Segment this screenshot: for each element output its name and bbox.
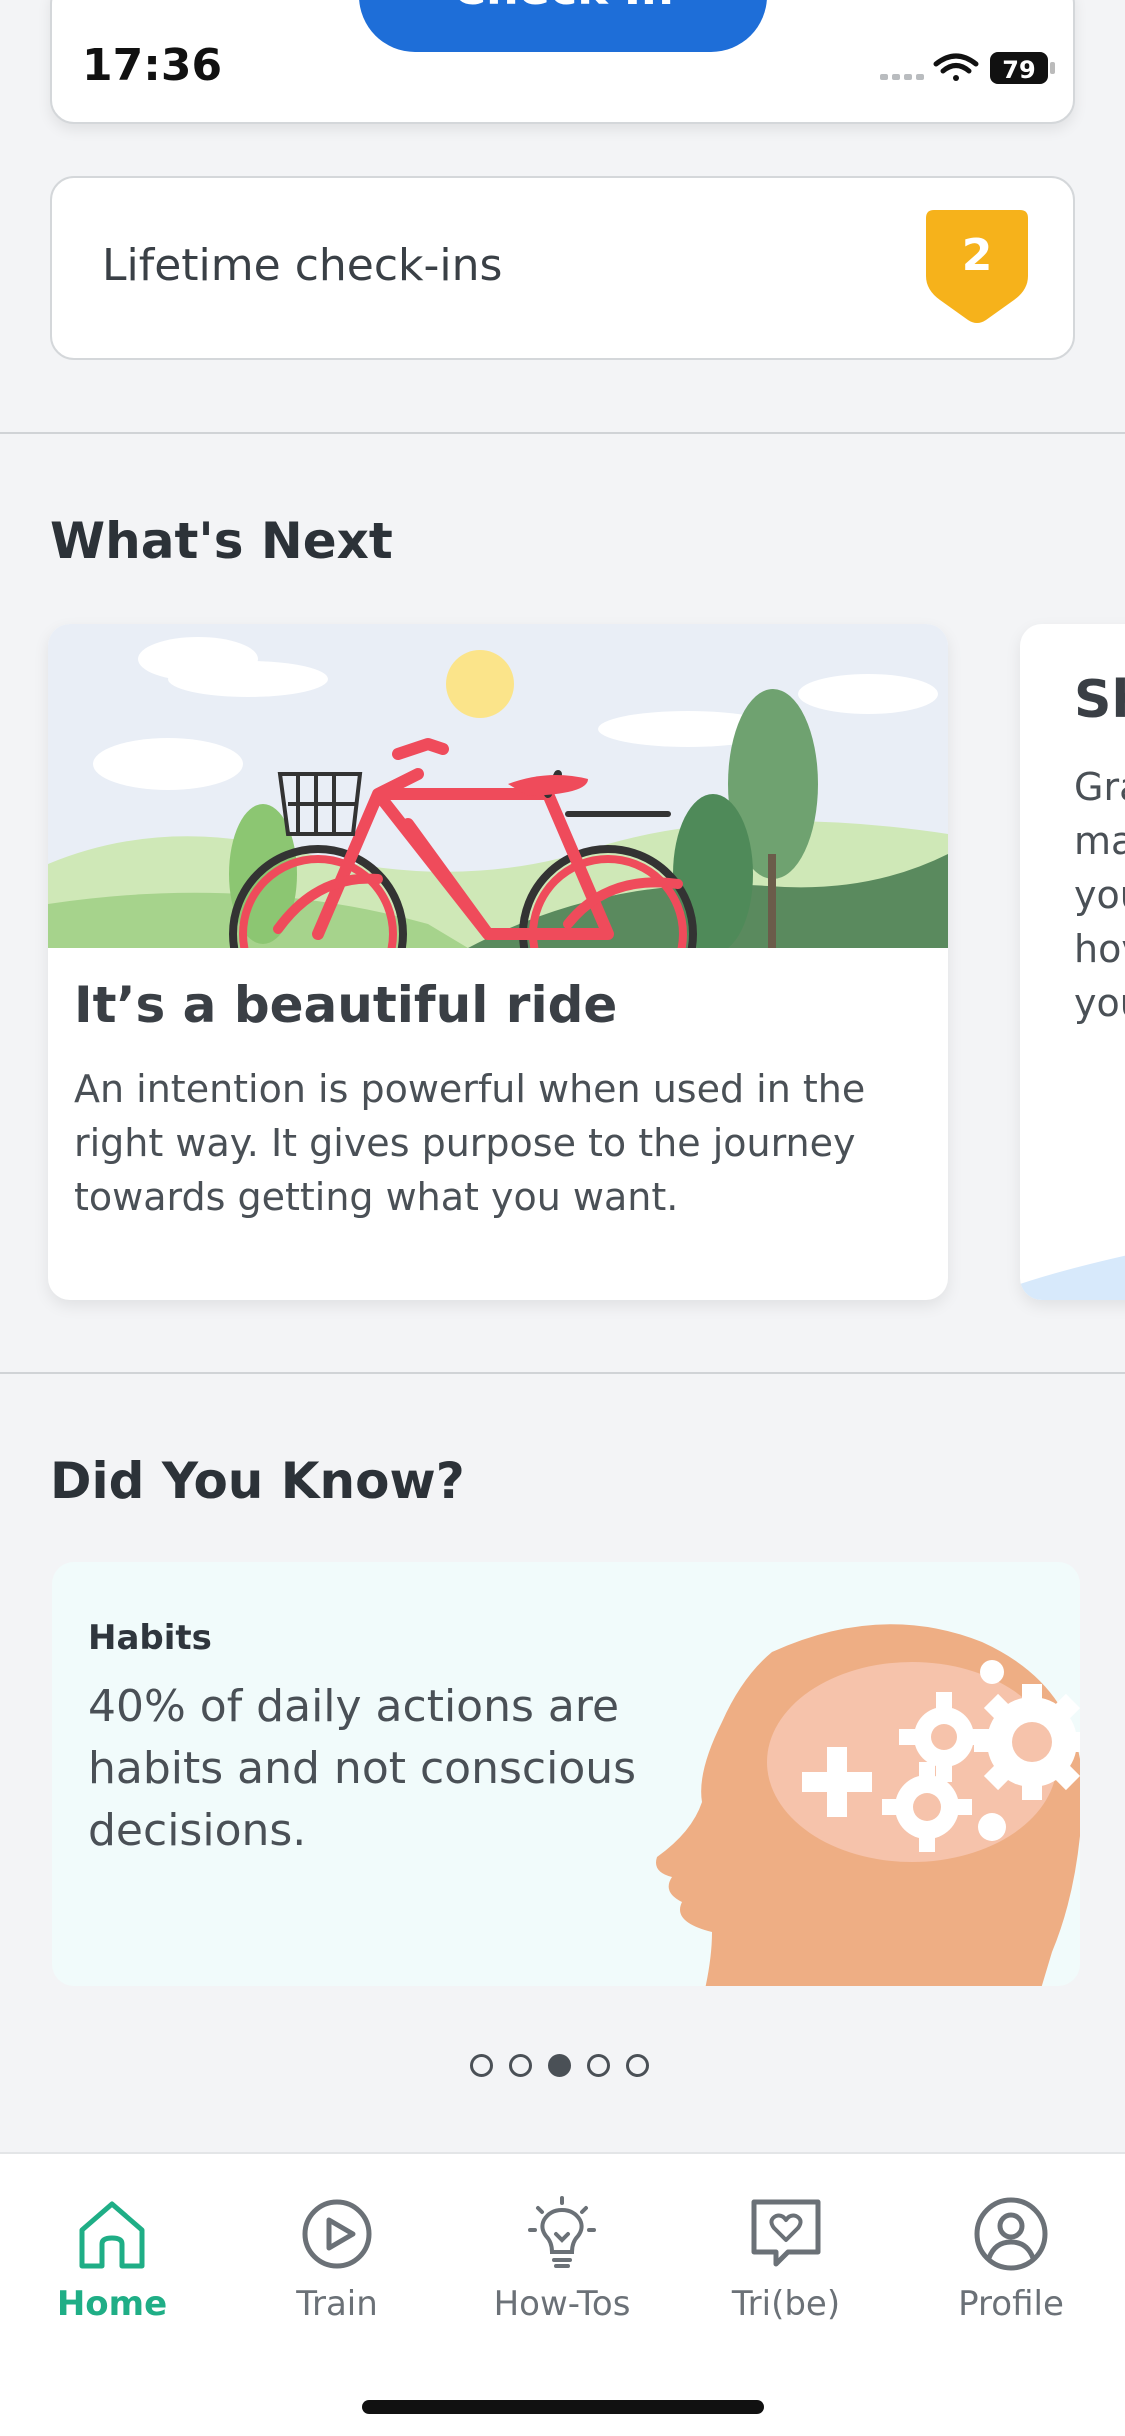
carousel-pagination: [470, 2054, 670, 2078]
pagination-dot[interactable]: [587, 2054, 610, 2077]
section-divider: [0, 432, 1125, 434]
pagination-dot[interactable]: [470, 2054, 493, 2077]
pagination-dot[interactable]: [626, 2054, 649, 2077]
fact-category: Habits: [88, 1618, 212, 1658]
whats-next-card-beautiful-ride[interactable]: It’s a beautiful ride An intention is po…: [48, 624, 948, 1300]
checkin-count: 2: [961, 230, 993, 281]
whats-next-card-next[interactable]: Sh Gra ma you hov you: [1020, 624, 1125, 1300]
nav-item-how-tos[interactable]: How-Tos: [462, 2194, 662, 2324]
nav-item-home[interactable]: Home: [12, 2194, 212, 2324]
wifi-icon: [933, 53, 979, 81]
lifetime-checkins-card[interactable]: Lifetime check-ins 2: [50, 176, 1075, 360]
check-in-button[interactable]: Check In: [359, 0, 767, 52]
heart-chat-icon: [751, 2199, 821, 2267]
fact-text: 40% of daily actions are habits and not …: [88, 1681, 637, 1856]
nav-item-train[interactable]: Train: [237, 2194, 437, 2324]
nav-item-tribe[interactable]: Tri(be): [686, 2194, 886, 2324]
card-title-partial: Sh: [1074, 670, 1125, 730]
lifetime-checkins-label: Lifetime check-ins: [102, 240, 503, 291]
whats-next-title: What's Next: [50, 512, 393, 570]
bottom-nav: Home Train How-Tos Tri(be) Profile: [0, 2152, 1125, 2436]
home-icon: [79, 2201, 145, 2269]
card-wave-decoration: [1020, 1255, 1125, 1300]
card-description-partial: Gra ma you hov you: [1074, 765, 1125, 1025]
did-you-know-card[interactable]: Habits 40% of daily actions are habits a…: [52, 1562, 1080, 1986]
signal-icon: [880, 74, 924, 80]
profile-icon: [974, 2197, 1048, 2271]
battery-icon: 79: [990, 52, 1055, 84]
did-you-know-title: Did You Know?: [50, 1452, 465, 1510]
play-icon: [302, 2199, 372, 2269]
nav-item-profile[interactable]: Profile: [911, 2194, 1111, 2324]
card-title: It’s a beautiful ride: [74, 976, 618, 1034]
pagination-dot[interactable]: [509, 2054, 532, 2077]
lightbulb-icon: [528, 2196, 596, 2268]
pagination-dot-active[interactable]: [548, 2054, 571, 2077]
bicycle-illustration: [48, 624, 948, 948]
card-description: An intention is powerful when used in th…: [74, 1067, 866, 1219]
home-indicator[interactable]: [362, 2400, 764, 2414]
status-time: 17:36: [82, 40, 223, 91]
status-icons: 79: [880, 52, 1055, 84]
checkin-count-badge: 2: [926, 210, 1028, 324]
section-divider: [0, 1372, 1125, 1374]
brain-gears-illustration: [656, 1624, 1080, 1986]
svg-text:79: 79: [1002, 56, 1035, 84]
